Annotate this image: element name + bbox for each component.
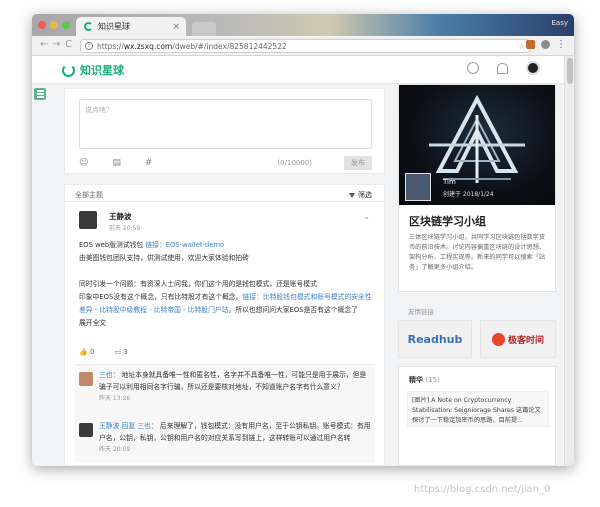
- post-body: EOS web版测试钱包 链接：EOS-wallet-demo 由美图钱包团队支…: [79, 239, 375, 330]
- group-sidebar: Tim 创建于 2018/1/24 区块链学习小组 三体区块链学习小组，共同学习…: [398, 84, 556, 466]
- post-line-2: 由美图钱包团队支持，供测试使用，欢迎大家体验和拍砖: [79, 254, 249, 262]
- hashtag-icon[interactable]: #: [145, 158, 153, 168]
- like-count: 0: [89, 348, 95, 356]
- post-link-label: 链接：: [145, 241, 166, 249]
- topic-feed: 说点啥？ ☺ ▤ # (0/10000) 发布 全部主题 筛选 王静波 前天 2…: [64, 88, 385, 466]
- extension-icon[interactable]: [526, 40, 535, 49]
- bell-icon[interactable]: [497, 62, 508, 74]
- page-scrollbar[interactable]: [564, 56, 574, 466]
- comment-time: 昨天 13:26: [99, 395, 131, 402]
- creator-avatar[interactable]: [405, 173, 431, 201]
- browser-menu-icon[interactable]: ⋮: [556, 39, 566, 49]
- tab-zsxq[interactable]: 知识星球 ×: [76, 17, 186, 36]
- site-logo-text: 知识星球: [80, 64, 124, 77]
- creator-name[interactable]: Tim: [443, 178, 456, 186]
- post-time: 前天 20:59: [109, 225, 141, 232]
- new-tab-button[interactable]: [192, 22, 216, 36]
- group-description: 三体区块链学习小组，共同学习区块链包括数字货币的前沿技术。讨论内容偏重区块链的设…: [409, 234, 546, 271]
- commenter-name[interactable]: 王静波 回复 三也：: [99, 422, 158, 430]
- site-info-icon[interactable]: i: [85, 42, 93, 50]
- commenter-avatar[interactable]: [79, 423, 93, 437]
- essence-panel: 精华 (15) [图片] A Note on Cryptocurrency St…: [398, 366, 556, 466]
- extension-icon-2[interactable]: [541, 40, 550, 49]
- zsxq-logo-icon: [84, 22, 93, 31]
- zoom-window-button[interactable]: [62, 21, 70, 29]
- all-topics-label: 全部主题: [75, 191, 103, 199]
- url-host: wx.zsxq.com: [123, 41, 173, 51]
- extensions-area: ⋮: [526, 39, 566, 49]
- search-icon[interactable]: [467, 62, 479, 74]
- filter-bar: 全部主题 筛选: [64, 184, 385, 202]
- funnel-icon: [349, 192, 355, 198]
- user-avatar[interactable]: [526, 61, 540, 75]
- post-menu-chevron-icon[interactable]: ⌄: [363, 212, 370, 221]
- composer-input[interactable]: 说点啥？: [79, 99, 372, 149]
- expand-full-text-link[interactable]: 展开全文: [79, 317, 375, 330]
- tab-close-button[interactable]: ×: [172, 22, 180, 32]
- char-count: (0/10000): [277, 159, 312, 167]
- file-icon[interactable]: ▤: [112, 158, 121, 168]
- site-logo[interactable]: 知识星球: [62, 62, 124, 78]
- post-line-4: 印象中EOS没有这个概念，只有比特股才有这个概念。链接：比特股钱包模式和账号模式…: [79, 293, 372, 314]
- filter-label: 筛选: [358, 191, 372, 199]
- jike-time-link[interactable]: 极客时间: [480, 320, 556, 358]
- publish-button[interactable]: 发布: [344, 156, 372, 170]
- group-title: 区块链学习小组: [409, 215, 486, 228]
- like-button[interactable]: 👍 0: [79, 348, 94, 356]
- post-actions: 👍 0 ▭ 3: [79, 348, 128, 356]
- comment-button[interactable]: ▭ 3: [114, 348, 127, 356]
- essence-title: 精华 (15): [409, 376, 440, 384]
- back-button[interactable]: ←: [40, 39, 48, 50]
- tab-title: 知识星球: [98, 22, 130, 31]
- site-header: 知识星球: [32, 56, 564, 84]
- comment-list: 三也： 地址本身就具备唯一性和匿名性，名字并不具备唯一性，可能只是用于展示，但是…: [75, 364, 375, 462]
- address-bar[interactable]: i https:// wx.zsxq.com /dweb/#/index/825…: [80, 39, 530, 53]
- comment-count: 3: [123, 348, 128, 356]
- comment-time: 昨天 20:09: [99, 446, 131, 453]
- post-author[interactable]: 王静波: [109, 211, 132, 222]
- essence-count: (15): [425, 376, 440, 384]
- close-window-button[interactable]: [38, 21, 46, 29]
- url-prefix: https://: [97, 41, 124, 51]
- wallet-demo-link[interactable]: EOS-wallet-demo: [166, 241, 225, 249]
- filter-button[interactable]: 筛选: [349, 190, 372, 200]
- jike-logo-icon: [491, 332, 505, 346]
- post-line-1: EOS web版测试钱包 链接：EOS-wallet-demo: [79, 241, 225, 249]
- browser-window: 知识星球 × Easy ← → C i https:// wx.zsxq.com…: [32, 14, 574, 466]
- browser-profile-label[interactable]: Easy: [551, 19, 568, 27]
- browser-toolbar: ← → C i https:// wx.zsxq.com /dweb/#/ind…: [32, 36, 574, 56]
- url-path: /dweb/#/index/825812442522: [172, 41, 287, 51]
- post-line-3: 同时引发一个问题：有资深人士问我，你们这个用的是钱包模式，还是账号模式: [79, 280, 317, 288]
- essence-item[interactable]: [图片] A Note on Cryptocurrency Stabilisat…: [407, 391, 549, 427]
- minimize-window-button[interactable]: [50, 21, 58, 29]
- created-date: 创建于 2018/1/24: [443, 191, 494, 198]
- group-list-toggle-icon[interactable]: [34, 88, 46, 100]
- zsxq-logo-icon: [62, 63, 75, 77]
- readhub-logo-text: Readhub: [407, 332, 463, 346]
- comment-text: 地址本身就具备唯一性和匿名性，名字并不具备唯一性，可能只是用于展示，但是骗子可以…: [99, 371, 367, 391]
- topic-post: 王静波 前天 20:59 ⌄ EOS web版测试钱包 链接：EOS-walle…: [64, 202, 385, 466]
- readhub-link[interactable]: Readhub: [398, 320, 472, 358]
- post-author-avatar[interactable]: [79, 211, 97, 229]
- emoji-icon[interactable]: ☺: [79, 158, 88, 168]
- group-cover-image: Tim 创建于 2018/1/24: [399, 85, 555, 205]
- composer-toolbar: ☺ ▤ # (0/10000) 发布: [79, 156, 372, 170]
- reload-button[interactable]: C: [65, 39, 72, 50]
- bookmark-star-icon[interactable]: ☆: [518, 42, 525, 51]
- blog-watermark: https://blog.csdn.net/jian_0: [414, 484, 551, 495]
- window-controls: [38, 21, 70, 29]
- header-actions: [467, 61, 540, 75]
- commenter-avatar[interactable]: [79, 372, 93, 386]
- friend-links-title: 友情链接: [408, 308, 434, 316]
- title-bar: 知识星球 × Easy: [32, 14, 574, 36]
- scrollbar-thumb[interactable]: [567, 58, 573, 84]
- forward-button[interactable]: →: [52, 39, 60, 50]
- commenter-name[interactable]: 三也：: [99, 371, 119, 379]
- group-card: Tim 创建于 2018/1/24 区块链学习小组 三体区块链学习小组，共同学习…: [398, 84, 556, 292]
- jike-logo-text: 极客时间: [507, 335, 544, 346]
- composer: 说点啥？ ☺ ▤ # (0/10000) 发布: [64, 88, 385, 174]
